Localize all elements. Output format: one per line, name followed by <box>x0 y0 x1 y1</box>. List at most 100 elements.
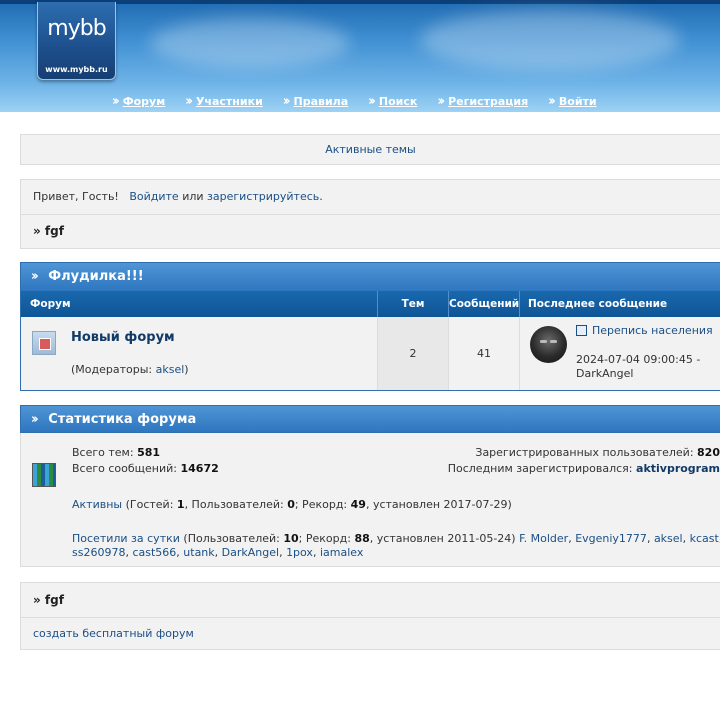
active-guests-value: 1 <box>176 498 185 511</box>
nav-item-search[interactable]: ›› Поиск <box>368 94 417 109</box>
logo-site-text: www.mybb.ru <box>45 65 108 74</box>
main-nav: ›› Форум ›› Участники ›› Правила ›› Поис… <box>112 94 617 109</box>
registered-users-value: 820 <box>697 446 720 459</box>
active-users-link[interactable]: Активны <box>72 498 122 511</box>
day-users-value: 10 <box>283 532 299 545</box>
nav-item-forum[interactable]: ›› Форум <box>112 94 165 109</box>
total-topics-value: 581 <box>137 446 161 459</box>
stats-title: Статистика форума <box>48 412 197 427</box>
nav-label[interactable]: Войти <box>559 95 597 108</box>
visited-today-cont: ss260978, cast566, utank, DarkAngel, 1po… <box>72 546 364 559</box>
total-posts: Всего сообщений: 14672 <box>72 462 219 475</box>
registered-users: Зарегистрированных пользователей: 820 <box>475 446 720 459</box>
last-post-cell: Перепись населения 2024-07-04 09:00:45 -… <box>520 317 720 390</box>
forum-moderators: (Модераторы: aksel) <box>71 363 189 376</box>
active-now: Активны (Гостей: 1, Пользователей: 0; Ре… <box>72 498 512 511</box>
visitor-link[interactable]: ss260978 <box>72 546 125 559</box>
stats-chart-icon <box>32 463 56 487</box>
total-topics: Всего тем: 581 <box>72 446 160 459</box>
forum-name-link[interactable]: Новый форум <box>71 330 175 345</box>
moderator-link[interactable]: aksel <box>156 363 185 376</box>
forum-stats-block: ›› Статистика форума Всего тем: 581 Всег… <box>20 405 720 567</box>
total-topics-label: Всего тем: <box>72 446 134 459</box>
avatar[interactable] <box>530 326 567 363</box>
active-topics-link[interactable]: Активные темы <box>325 143 416 156</box>
double-chevron-icon: ›› <box>282 94 291 109</box>
visitor-link[interactable]: aksel <box>654 532 683 545</box>
mods-prefix: (Модераторы: <box>71 363 153 376</box>
day-record-date: , установлен 2011-05-24) <box>369 532 516 545</box>
nav-item-users[interactable]: ›› Участники <box>185 94 263 109</box>
last-post-icon <box>576 325 587 336</box>
active-users-label: , Пользователей: <box>184 498 284 511</box>
visitor-link[interactable]: iamalex <box>320 546 363 559</box>
visitor-link[interactable]: kcast <box>690 532 719 545</box>
create-forum-link[interactable]: создать бесплатный форум <box>33 627 194 640</box>
double-chevron-icon: ›› <box>437 94 445 109</box>
nav-label[interactable]: Поиск <box>379 95 417 108</box>
nav-label[interactable]: Регистрация <box>448 95 528 108</box>
col-posts: Сообщений <box>449 291 520 317</box>
mods-suffix: ) <box>184 363 189 376</box>
divider <box>21 617 720 618</box>
active-guests-label: (Гостей: <box>125 498 174 511</box>
active-users-value: 0 <box>287 498 295 511</box>
total-posts-label: Всего сообщений: <box>72 462 177 475</box>
login-link[interactable]: Войдите <box>129 190 178 203</box>
double-chevron-icon: ›› <box>368 94 376 109</box>
col-forum: Форум <box>21 291 378 317</box>
header-cloud <box>420 10 680 70</box>
nav-label[interactable]: Участники <box>196 95 263 108</box>
last-registered-label: Последним зарегистрировался: <box>447 462 633 475</box>
visitor-link[interactable]: utank <box>183 546 214 559</box>
visitor-link[interactable]: F. Molder <box>519 532 568 545</box>
active-record-value: 49 <box>350 498 366 511</box>
day-record-value: 88 <box>354 532 370 545</box>
forum-row: Новый форум (Модераторы: aksel) 2 41 Пер… <box>21 317 720 390</box>
greeting: Привет, Гость! <box>33 190 119 203</box>
nav-item-login[interactable]: ›› Войти <box>548 94 596 109</box>
divider <box>21 214 720 215</box>
day-users-label: (Пользователей: <box>183 532 280 545</box>
site-header: mybb www.mybb.ru ›› Форум ›› Участники ›… <box>0 0 720 112</box>
double-chevron-icon: ›› <box>31 269 39 284</box>
last-post-meta: 2024-07-04 09:00:45 - DarkAngel <box>576 353 700 381</box>
forum-status-icon <box>32 331 56 355</box>
stats-header: ›› Статистика форума <box>20 405 720 433</box>
posts-count: 41 <box>449 317 520 390</box>
welcome-panel: Привет, Гость! Войдите или зарегистрируй… <box>20 179 720 249</box>
footer-panel: » fgf создать бесплатный форум <box>20 582 720 650</box>
visited-today: Посетили за сутки (Пользователей: 10; Ре… <box>72 532 720 545</box>
last-registered: Последним зарегистрировался: aktivprogra… <box>448 462 720 475</box>
nav-item-rules[interactable]: ›› Правила <box>283 94 348 109</box>
register-link[interactable]: зарегистрируйтесь <box>207 190 319 203</box>
logo-brand-text: mybb <box>47 16 106 41</box>
active-topics-panel: Активные темы <box>20 134 720 165</box>
category-header: ›› Флудилка!!! <box>21 263 720 291</box>
active-record-date: , установлен 2017-07-29) <box>365 498 512 511</box>
breadcrumb[interactable]: » fgf <box>33 593 64 607</box>
double-chevron-icon: ›› <box>31 412 39 427</box>
category-title[interactable]: Флудилка!!! <box>48 269 143 284</box>
last-post-author: DarkAngel <box>576 367 634 380</box>
last-registered-user-link[interactable]: aktivprogram <box>636 462 720 475</box>
nav-label[interactable]: Правила <box>294 95 349 108</box>
visitor-link[interactable]: cast566 <box>132 546 176 559</box>
welcome-text: Привет, Гость! Войдите или зарегистрируй… <box>33 190 323 203</box>
last-topic-link[interactable]: Перепись населения <box>592 324 713 337</box>
col-last: Последнее сообщение <box>528 298 668 310</box>
category-block: ›› Флудилка!!! Форум Тем Сообщений После… <box>20 262 720 391</box>
dot-text: . <box>319 190 323 203</box>
mybb-logo[interactable]: mybb www.mybb.ru <box>37 2 116 80</box>
visited-today-link[interactable]: Посетили за сутки <box>72 532 180 545</box>
column-headers: Форум Тем Сообщений Последнее сообщение <box>21 291 720 317</box>
nav-label[interactable]: Форум <box>123 95 166 108</box>
registered-users-label: Зарегистрированных пользователей: <box>475 446 694 459</box>
col-topics: Тем <box>378 291 449 317</box>
last-post-date: 2024-07-04 09:00:45 - <box>576 353 701 366</box>
visitor-link[interactable]: DarkAngel <box>222 546 279 559</box>
breadcrumb[interactable]: » fgf <box>33 224 64 238</box>
visitor-link[interactable]: Evgeniy1777 <box>575 532 647 545</box>
visitor-link[interactable]: 1pox <box>286 546 313 559</box>
nav-item-register[interactable]: ›› Регистрация <box>437 94 528 109</box>
